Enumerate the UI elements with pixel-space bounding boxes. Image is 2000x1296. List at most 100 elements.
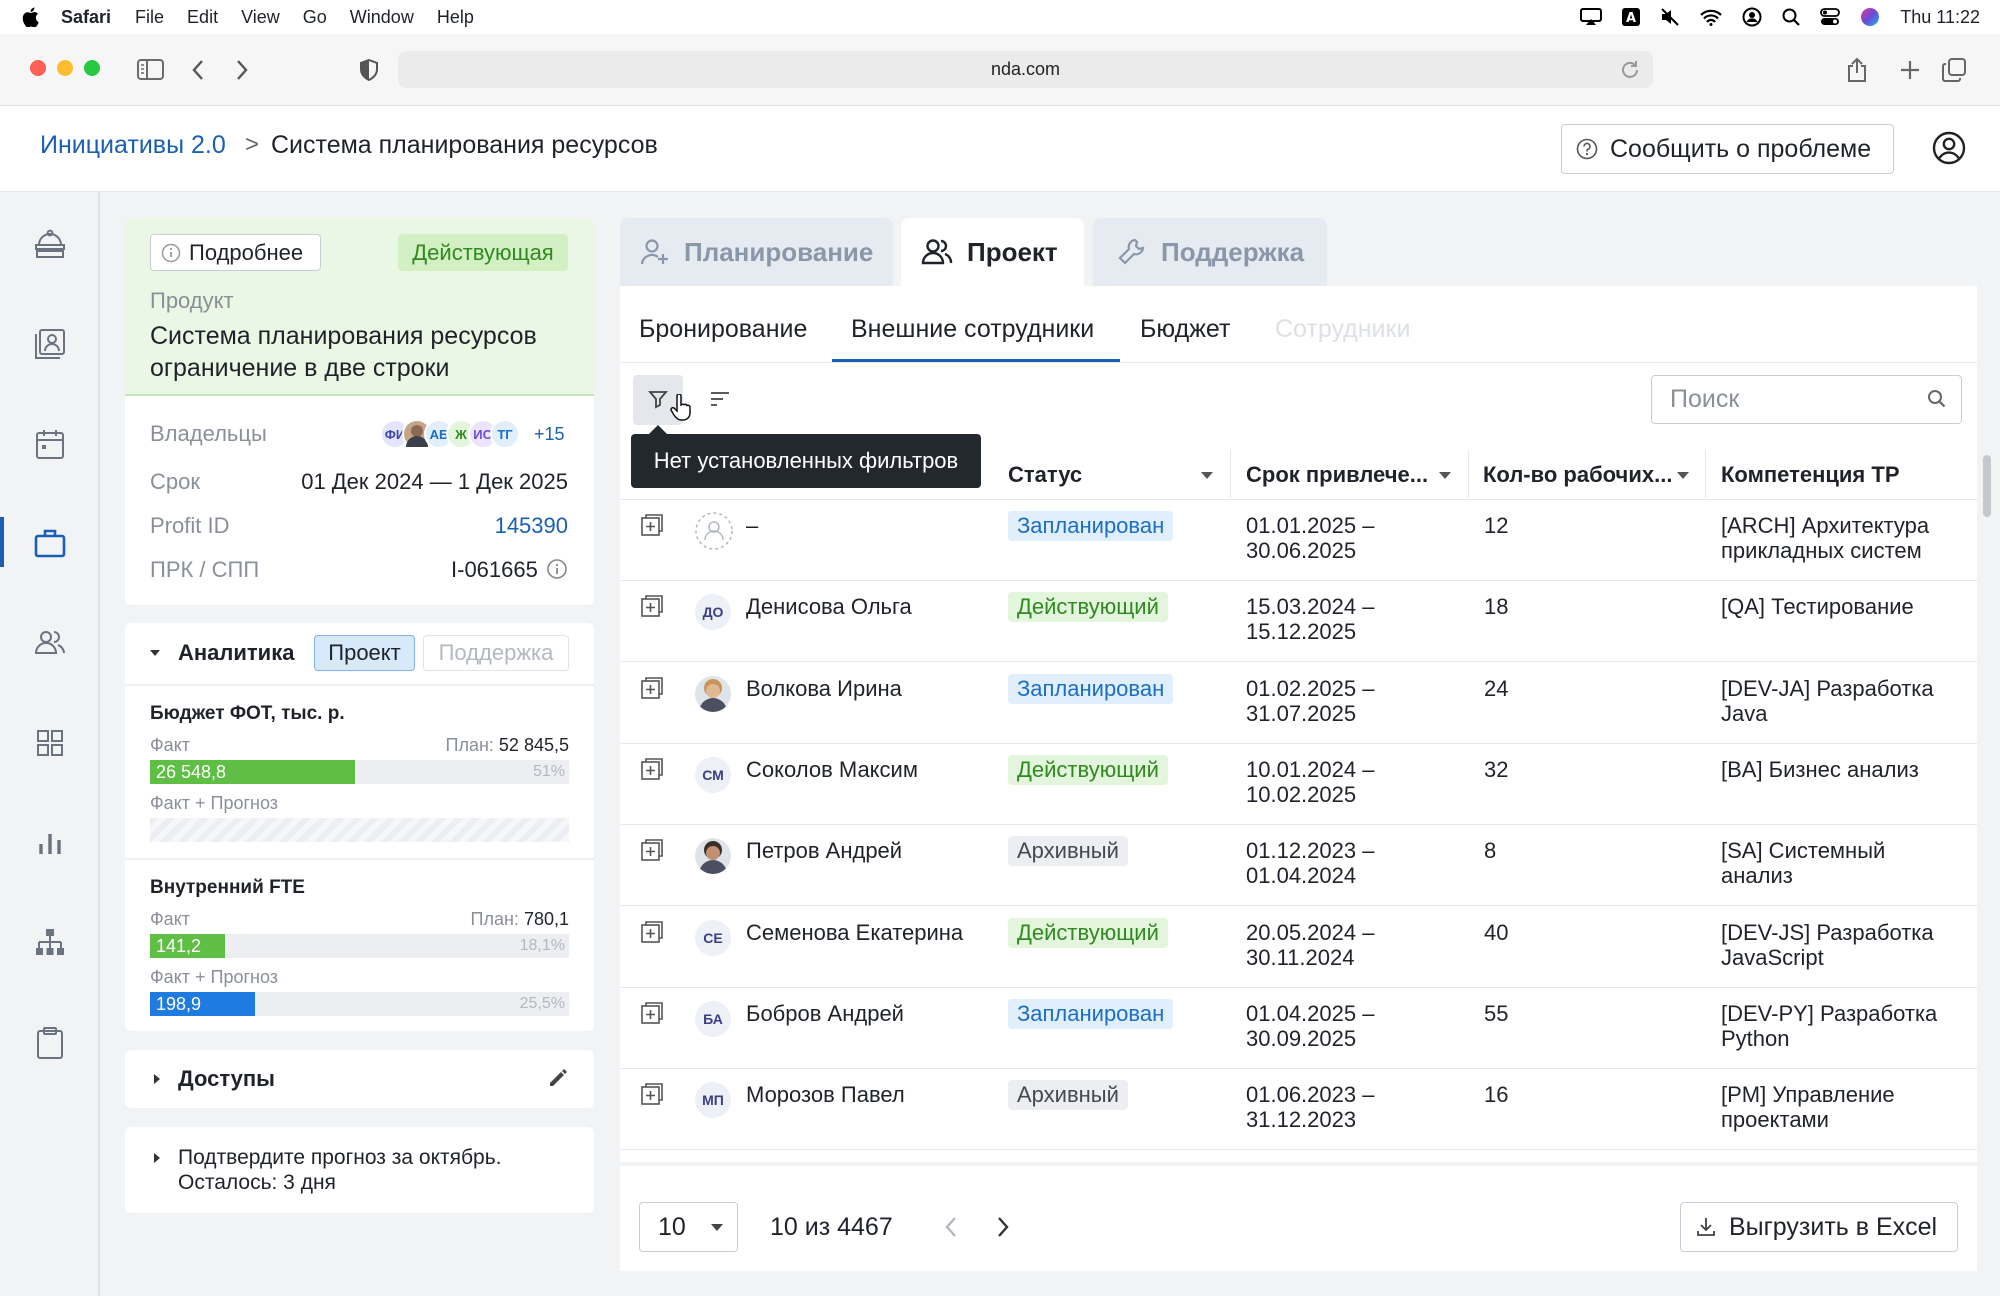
expand-row-icon[interactable] xyxy=(641,677,663,699)
col-days-sort-icon[interactable] xyxy=(1676,470,1690,480)
wifi-icon[interactable] xyxy=(1700,9,1723,26)
expand-row-icon[interactable] xyxy=(641,514,663,536)
menu-safari[interactable]: Safari xyxy=(61,7,111,28)
user-plus-icon xyxy=(640,237,670,267)
nav-grid-icon[interactable] xyxy=(29,722,71,764)
subtab-booking[interactable]: Бронирование xyxy=(639,315,807,344)
row-avatar-initials: СМ xyxy=(695,757,731,793)
details-label: Подробнее xyxy=(189,239,304,265)
prk-info-icon[interactable] xyxy=(546,558,568,580)
airplay-icon[interactable] xyxy=(1580,8,1603,26)
menu-file[interactable]: File xyxy=(135,7,164,28)
vertical-scrollbar[interactable] xyxy=(1983,455,1991,517)
page-size-select[interactable]: 10 xyxy=(639,1202,738,1252)
collapse-caret-icon[interactable] xyxy=(148,646,162,660)
prev-page-icon[interactable] xyxy=(944,1216,958,1238)
col-days-header[interactable]: Кол-во рабочих... xyxy=(1483,462,1672,488)
col-term-header[interactable]: Срок привлече... xyxy=(1246,462,1428,488)
row-status-badge: Запланирован xyxy=(1008,511,1174,541)
breadcrumb-root[interactable]: Инициативы 2.0 xyxy=(40,131,226,160)
analytics-title[interactable]: Аналитика xyxy=(178,640,294,666)
user-switch-icon[interactable] xyxy=(1742,7,1762,27)
address-bar[interactable]: nda.com xyxy=(398,51,1653,88)
reload-icon[interactable] xyxy=(1619,59,1641,81)
nav-reception-icon[interactable] xyxy=(29,223,71,265)
siri-icon[interactable] xyxy=(1860,7,1880,27)
user-account-icon[interactable] xyxy=(1932,131,1966,165)
sort-lines-icon[interactable] xyxy=(709,390,731,408)
expand-row-icon[interactable] xyxy=(641,758,663,780)
share-icon[interactable] xyxy=(1846,57,1868,83)
nav-clipboard-icon[interactable] xyxy=(29,1022,71,1064)
tab-overview-icon[interactable] xyxy=(1942,58,1966,82)
col-status-sort-icon[interactable] xyxy=(1200,470,1214,480)
col-divider xyxy=(1705,450,1706,498)
new-tab-icon[interactable] xyxy=(1899,59,1921,81)
tab-support[interactable]: Поддержка xyxy=(1093,218,1327,286)
mute-icon[interactable] xyxy=(1660,8,1680,26)
expand-row-icon[interactable] xyxy=(641,1083,663,1105)
search-icon[interactable] xyxy=(1927,389,1947,409)
subtab-budget[interactable]: Бюджет xyxy=(1140,315,1230,344)
expand-row-icon[interactable] xyxy=(641,595,663,617)
spotlight-icon[interactable] xyxy=(1782,8,1801,26)
row-name: Морозов Павел xyxy=(746,1082,905,1107)
minimize-window-button[interactable] xyxy=(57,60,73,76)
menu-help[interactable]: Help xyxy=(437,7,474,28)
col-competence-header[interactable]: Компетенция ТР xyxy=(1721,462,1900,488)
nav-structure-icon[interactable] xyxy=(29,922,71,964)
expand-caret-icon[interactable] xyxy=(151,1151,163,1165)
fte-plan-label: План: xyxy=(470,909,519,929)
nav-portfolio-icon[interactable] xyxy=(29,522,71,564)
row-competence: [DEV-PY] Разработка Python xyxy=(1721,1001,1937,1051)
menu-edit[interactable]: Edit xyxy=(187,7,218,28)
export-excel-button[interactable]: Выгрузить в Excel xyxy=(1680,1202,1958,1252)
tab-planning[interactable]: Планирование xyxy=(620,218,893,286)
menu-view[interactable]: View xyxy=(241,7,280,28)
clock[interactable]: Thu 11:22 xyxy=(1900,7,1980,28)
menu-go[interactable]: Go xyxy=(303,7,327,28)
zoom-window-button[interactable] xyxy=(84,60,100,76)
divider xyxy=(125,858,594,860)
forward-icon[interactable] xyxy=(235,59,249,81)
access-title[interactable]: Доступы xyxy=(178,1066,275,1092)
close-window-button[interactable] xyxy=(30,60,46,76)
segment-support[interactable]: Поддержка xyxy=(423,635,569,671)
filter-button[interactable] xyxy=(633,375,691,425)
expand-caret-icon[interactable] xyxy=(151,1072,163,1086)
sidebar-toggle-icon[interactable] xyxy=(137,59,164,80)
owners-avatars[interactable]: ФИ АБ Ж ИО ТГ +15 xyxy=(380,419,570,453)
expand-row-icon[interactable] xyxy=(641,839,663,861)
back-icon[interactable] xyxy=(191,59,205,81)
control-center-icon[interactable] xyxy=(1820,8,1841,26)
pagination-summary: 10 из 4467 xyxy=(770,1213,893,1241)
menu-window[interactable]: Window xyxy=(350,7,414,28)
apple-icon[interactable] xyxy=(22,7,39,27)
privacy-shield-icon[interactable] xyxy=(359,59,379,81)
details-button[interactable]: Подробнее xyxy=(150,234,321,271)
fte-fact-pct: 18,1% xyxy=(519,937,565,954)
col-term-sort-icon[interactable] xyxy=(1438,470,1452,480)
edit-pencil-icon[interactable] xyxy=(547,1067,569,1089)
row-status-badge: Действующий xyxy=(1008,918,1168,948)
keyboard-a-icon[interactable]: A xyxy=(1622,8,1641,26)
col-status-header[interactable]: Статус xyxy=(1008,462,1082,488)
segment-project[interactable]: Проект xyxy=(314,635,415,671)
tab-project[interactable]: Проект xyxy=(901,218,1084,286)
row-status-badge: Архивный xyxy=(1008,1080,1128,1110)
row-competence-line2: анализ xyxy=(1721,863,1793,888)
row-competence: [QA] Тестирование xyxy=(1721,594,1914,619)
search-input[interactable]: Поиск xyxy=(1651,375,1962,424)
report-problem-button[interactable]: Сообщить о проблеме xyxy=(1561,124,1894,174)
subtab-external-staff[interactable]: Внешние сотрудники xyxy=(851,315,1094,344)
next-page-icon[interactable] xyxy=(996,1216,1010,1238)
subtab-employees[interactable]: Сотрудники xyxy=(1275,315,1410,344)
profit-id-link[interactable]: 145390 xyxy=(495,513,568,539)
nav-people-icon[interactable] xyxy=(29,622,71,664)
expand-row-icon[interactable] xyxy=(641,1002,663,1024)
nav-calendar-icon[interactable] xyxy=(29,423,71,465)
expand-row-icon[interactable] xyxy=(641,921,663,943)
row-days: 32 xyxy=(1484,757,1509,782)
nav-contacts-icon[interactable] xyxy=(29,323,71,365)
nav-analytics-icon[interactable] xyxy=(29,822,71,864)
